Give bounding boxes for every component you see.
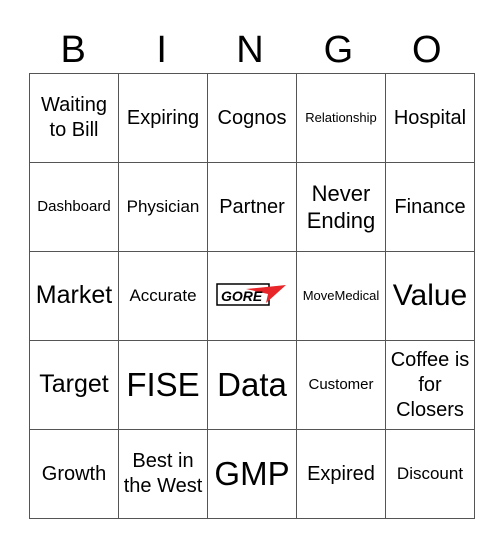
bingo-row: Waiting to Bill Expiring Cognos Relation… [29,73,475,163]
cell-label: FISE [126,366,200,404]
bingo-cell[interactable]: Customer [296,340,386,430]
bingo-cell[interactable]: FISE [118,340,208,430]
bingo-cell[interactable]: Coffee is for Closers [385,340,475,430]
cell-label: Best in the West [123,450,203,497]
bingo-row: Market Accurate GORE MoveMedical Value [29,251,475,341]
bingo-cell[interactable]: Finance [385,162,475,252]
bingo-cell[interactable]: Expired [296,429,386,519]
bingo-cell[interactable]: Physician [118,162,208,252]
bingo-cell[interactable]: Never Ending [296,162,386,252]
bingo-cell[interactable]: MoveMedical [296,251,386,341]
cell-label: Partner [219,195,285,218]
cell-label: GMP [214,455,290,493]
cell-label: Growth [41,462,107,485]
gore-logo-icon: GORE [216,281,288,307]
header-letter-g: G [323,29,354,71]
bingo-cell[interactable]: Growth [29,429,119,519]
bingo-cell[interactable]: Value [385,251,475,341]
bingo-cell[interactable]: Discount [385,429,475,519]
logo-text: GORE [221,288,263,304]
cell-label: Cognos [217,106,287,129]
bingo-cell[interactable]: Best in the West [118,429,208,519]
cell-label: Physician [126,197,200,216]
cell-label: Customer [308,376,374,393]
bingo-cell[interactable]: Hospital [385,73,475,163]
bingo-cell[interactable]: Target [29,340,119,430]
cell-label: Dashboard [37,198,111,215]
bingo-cell[interactable]: Relationship [296,73,386,163]
cell-label: MoveMedical [302,288,380,303]
header-letter-o: O [412,29,442,71]
bingo-card: Waiting to Bill Expiring Cognos Relation… [29,73,475,519]
bingo-cell[interactable]: Cognos [207,73,297,163]
cell-label: Market [35,281,113,310]
header-letter-b: B [60,29,86,71]
cell-label: Accurate [129,286,197,305]
cell-label: Target [39,370,109,399]
cell-label: Relationship [305,110,377,125]
bingo-cell[interactable]: Dashboard [29,162,119,252]
cell-label: Value [392,279,468,313]
header-letter-n: N [236,29,264,71]
free-space-cell[interactable]: GORE [207,251,297,341]
bingo-row: Dashboard Physician Partner Never Ending… [29,162,475,252]
bingo-cell[interactable]: GMP [207,429,297,519]
bingo-cell[interactable]: Partner [207,162,297,252]
bingo-cell[interactable]: Waiting to Bill [29,73,119,163]
cell-label: Data [217,366,287,404]
bingo-cell[interactable]: Accurate [118,251,208,341]
bingo-cell[interactable]: Data [207,340,297,430]
header-letter-i: I [156,29,167,71]
bingo-cell[interactable]: Market [29,251,119,341]
bingo-row: Target FISE Data Customer Coffee is for … [29,340,475,430]
cell-label: Coffee is for Closers [390,348,470,421]
cell-label: Discount [396,464,464,483]
cell-label: Waiting to Bill [41,94,107,141]
cell-label: Expired [307,462,375,485]
cell-label: Never Ending [306,180,376,234]
bingo-row: Growth Best in the West GMP Expired Disc… [29,429,475,519]
cell-label: Hospital [393,106,467,129]
cell-label: Finance [394,195,466,218]
cell-label: Expiring [126,106,200,129]
bingo-header: B I N G O [29,28,471,73]
bingo-cell[interactable]: Expiring [118,73,208,163]
